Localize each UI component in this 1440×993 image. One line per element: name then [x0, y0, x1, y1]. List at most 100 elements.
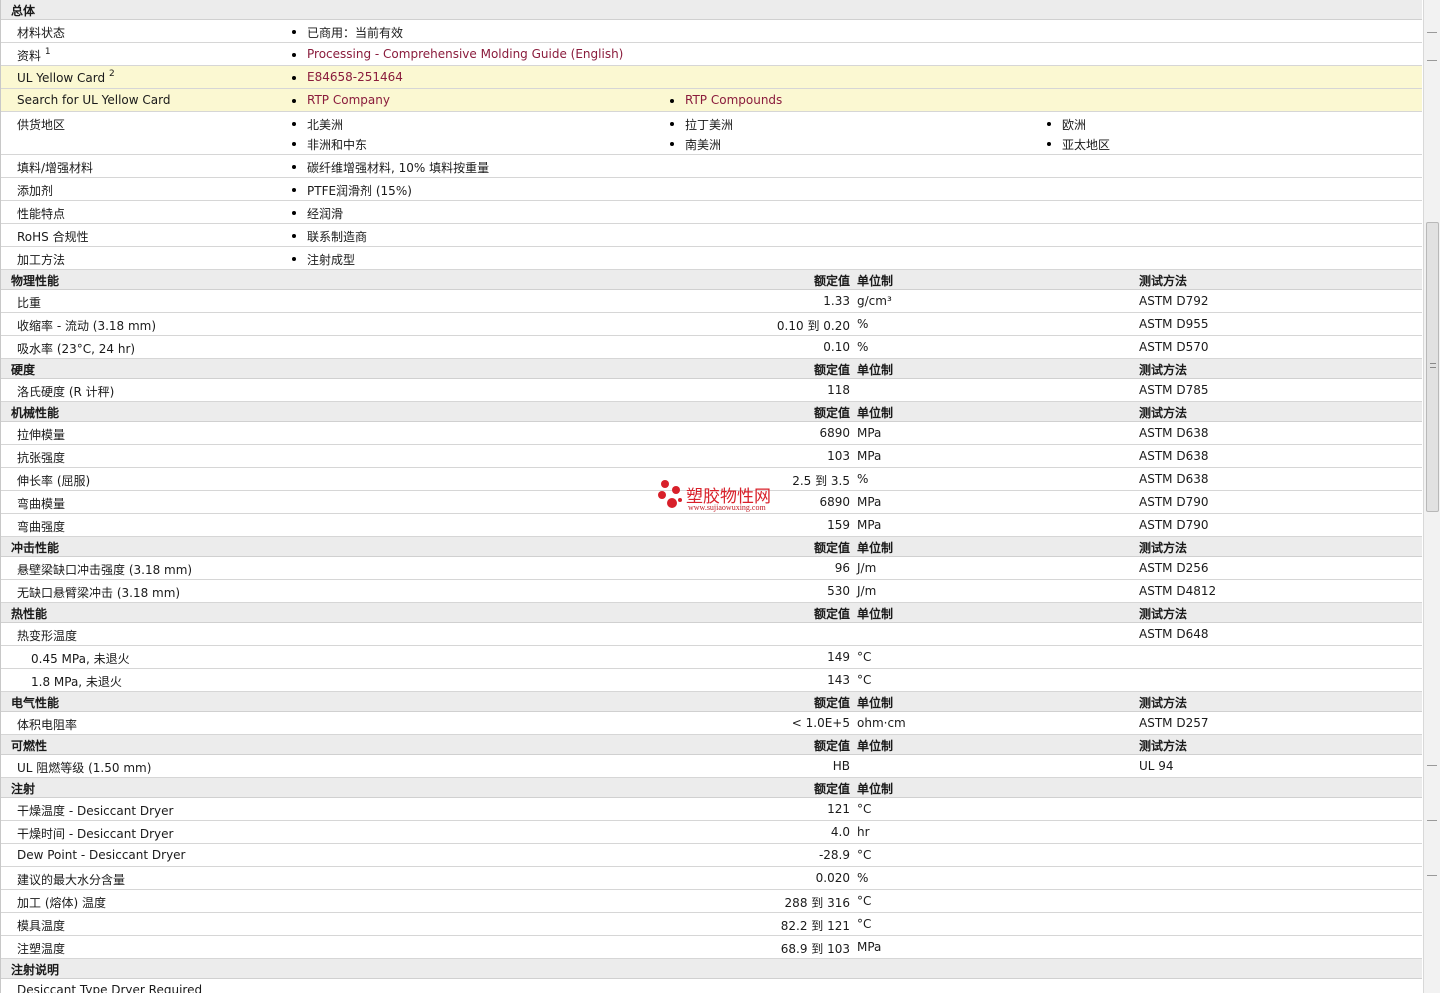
header-method: 测试方法 [1139, 739, 1188, 753]
header-nominal: 额定值 [813, 739, 850, 753]
property-row: 拉伸模量 6890 MPa ASTM D638 [1, 422, 1422, 445]
property-row: 注塑温度 68.9 到 103 MPa [1, 936, 1422, 959]
property-value: 530 [827, 584, 850, 598]
search-link-rtp-compounds[interactable]: RTP Compounds [669, 93, 782, 107]
property-unit: °C [857, 802, 872, 816]
footnote-ref: 2 [108, 69, 115, 79]
property-unit: hr [857, 825, 870, 839]
row-additive: 添加剂 PTFE润滑剂 (15%) [1, 178, 1422, 201]
row-label: Search for UL Yellow Card [17, 93, 171, 107]
test-method: ASTM D638 [1139, 472, 1209, 486]
yellow-card-link[interactable]: E84658-251464 [291, 70, 403, 84]
row-value: 经润滑 [291, 205, 343, 222]
property-row: 收缩率 - 流动 (3.18 mm) 0.10 到 0.20% ASTM D955 [1, 313, 1422, 336]
row-label: 材料状态 [17, 26, 66, 40]
section-header: 电气性能 额定值 单位制 测试方法 [1, 692, 1422, 712]
property-row: 洛氏硬度 (R 计秤) 118 ASTM D785 [1, 379, 1422, 402]
property-sections: 物理性能 额定值 单位制 测试方法 比重 1.33 g/cm³ ASTM D792 收缩率 - … [1, 270, 1422, 993]
section-header: 注射说明 [1, 959, 1422, 979]
property-label: 干燥时间 - Desiccant Dryer [17, 827, 174, 841]
row-value: PTFE润滑剂 (15%) [291, 182, 412, 199]
property-value: 68.9 到 103 [780, 942, 850, 956]
property-row: 无缺口悬臂梁冲击 (3.18 mm) 530 J/m ASTM D4812 [1, 580, 1422, 603]
property-unit: °C [857, 894, 872, 908]
row-value: 碳纤维增强材料, 10% 填料按重量 [291, 159, 489, 176]
datasheet-panel: 总体 材料状态 已商用：当前有效 资料 1 Processing - Compr… [0, 0, 1422, 993]
header-method: 测试方法 [1139, 541, 1188, 555]
document-link[interactable]: Processing - Comprehensive Molding Guide… [291, 47, 623, 61]
property-label: 注塑温度 [17, 942, 66, 956]
row-label: 添加剂 [17, 184, 54, 198]
property-label: 弯曲强度 [17, 520, 66, 534]
header-unit: 单位制 [857, 406, 894, 420]
property-unit: J/m [857, 561, 877, 575]
property-row: 抗张强度 103 MPa ASTM D638 [1, 445, 1422, 468]
property-unit: % [857, 317, 869, 331]
header-method: 测试方法 [1139, 363, 1188, 377]
property-value: 6890 [819, 495, 850, 509]
test-method: ASTM D792 [1139, 294, 1209, 308]
property-unit: % [857, 340, 869, 354]
region-item: 欧洲 [1046, 116, 1086, 133]
property-value: 82.2 到 121 [780, 919, 850, 933]
row-search-yellow-card: Search for UL Yellow Card RTP Company RT… [1, 89, 1422, 112]
row-label: 填料/增强材料 [17, 161, 94, 175]
section-title: 注射说明 [11, 963, 60, 977]
test-method: ASTM D955 [1139, 317, 1209, 331]
test-method: ASTM D257 [1139, 716, 1209, 730]
property-label: 无缺口悬臂梁冲击 (3.18 mm) [17, 586, 181, 600]
search-link-rtp-company[interactable]: RTP Company [291, 93, 390, 107]
header-nominal: 额定值 [813, 607, 850, 621]
property-row: Dew Point - Desiccant Dryer -28.9 °C [1, 844, 1422, 867]
section-header-general: 总体 [1, 0, 1422, 20]
row-label: 供货地区 [17, 118, 66, 132]
property-label: 加工 (熔体) 温度 [17, 896, 106, 910]
header-method: 测试方法 [1139, 696, 1188, 710]
property-value: 288 到 316 [784, 896, 850, 910]
header-method: 测试方法 [1139, 274, 1188, 288]
test-method: ASTM D570 [1139, 340, 1209, 354]
property-value: 103 [827, 449, 850, 463]
property-label: 拉伸模量 [17, 428, 66, 442]
section-title: 热性能 [11, 607, 48, 621]
property-row: 热变形温度 ASTM D648 [1, 623, 1422, 646]
property-value: 121 [827, 802, 850, 816]
section-header: 冲击性能 额定值 单位制 测试方法 [1, 537, 1422, 557]
property-value: 149 [827, 650, 850, 664]
property-label: 干燥温度 - Desiccant Dryer [17, 804, 174, 818]
row-value: 注射成型 [291, 251, 355, 268]
row-value: 已商用：当前有效 [291, 24, 403, 41]
section-title: 硬度 [11, 363, 36, 377]
property-row: 比重 1.33 g/cm³ ASTM D792 [1, 290, 1422, 313]
test-method: ASTM D648 [1139, 627, 1209, 641]
region-item: 拉丁美洲 [669, 116, 733, 133]
row-label: 加工方法 [17, 253, 66, 267]
row-documents: 资料 1 Processing - Comprehensive Molding … [1, 43, 1422, 66]
row-processing-method: 加工方法 注射成型 [1, 247, 1422, 270]
property-label: Dew Point - Desiccant Dryer [17, 848, 186, 862]
vertical-scrollbar[interactable] [1423, 0, 1440, 993]
property-row: 体积电阻率 < 1.0E+5 ohm·cm ASTM D257 [1, 712, 1422, 735]
property-unit: % [857, 472, 869, 486]
property-unit: °C [857, 848, 872, 862]
scroll-marker [1427, 765, 1437, 766]
property-row: 吸水率 (23°C, 24 hr) 0.10% ASTM D570 [1, 336, 1422, 359]
section-title: 可燃性 [11, 739, 48, 753]
property-unit: MPa [857, 495, 882, 509]
header-nominal: 额定值 [813, 406, 850, 420]
property-row: 干燥温度 - Desiccant Dryer 121 °C [1, 798, 1422, 821]
property-label: 模具温度 [17, 919, 66, 933]
property-unit: g/cm³ [857, 294, 892, 308]
property-unit: °C [857, 650, 872, 664]
property-value: 2.5 到 3.5 [792, 474, 850, 488]
test-method: ASTM D256 [1139, 561, 1209, 575]
test-method: ASTM D638 [1139, 426, 1209, 440]
test-method: ASTM D785 [1139, 383, 1209, 397]
header-unit: 单位制 [857, 782, 894, 796]
row-material-status: 材料状态 已商用：当前有效 [1, 20, 1422, 43]
scrollbar-thumb[interactable] [1426, 222, 1439, 512]
scroll-marker [1427, 820, 1437, 821]
property-label: 吸水率 (23°C, 24 hr) [17, 342, 136, 356]
section-title: 注射 [11, 782, 36, 796]
property-label: UL 阻燃等级 (1.50 mm) [17, 761, 152, 775]
